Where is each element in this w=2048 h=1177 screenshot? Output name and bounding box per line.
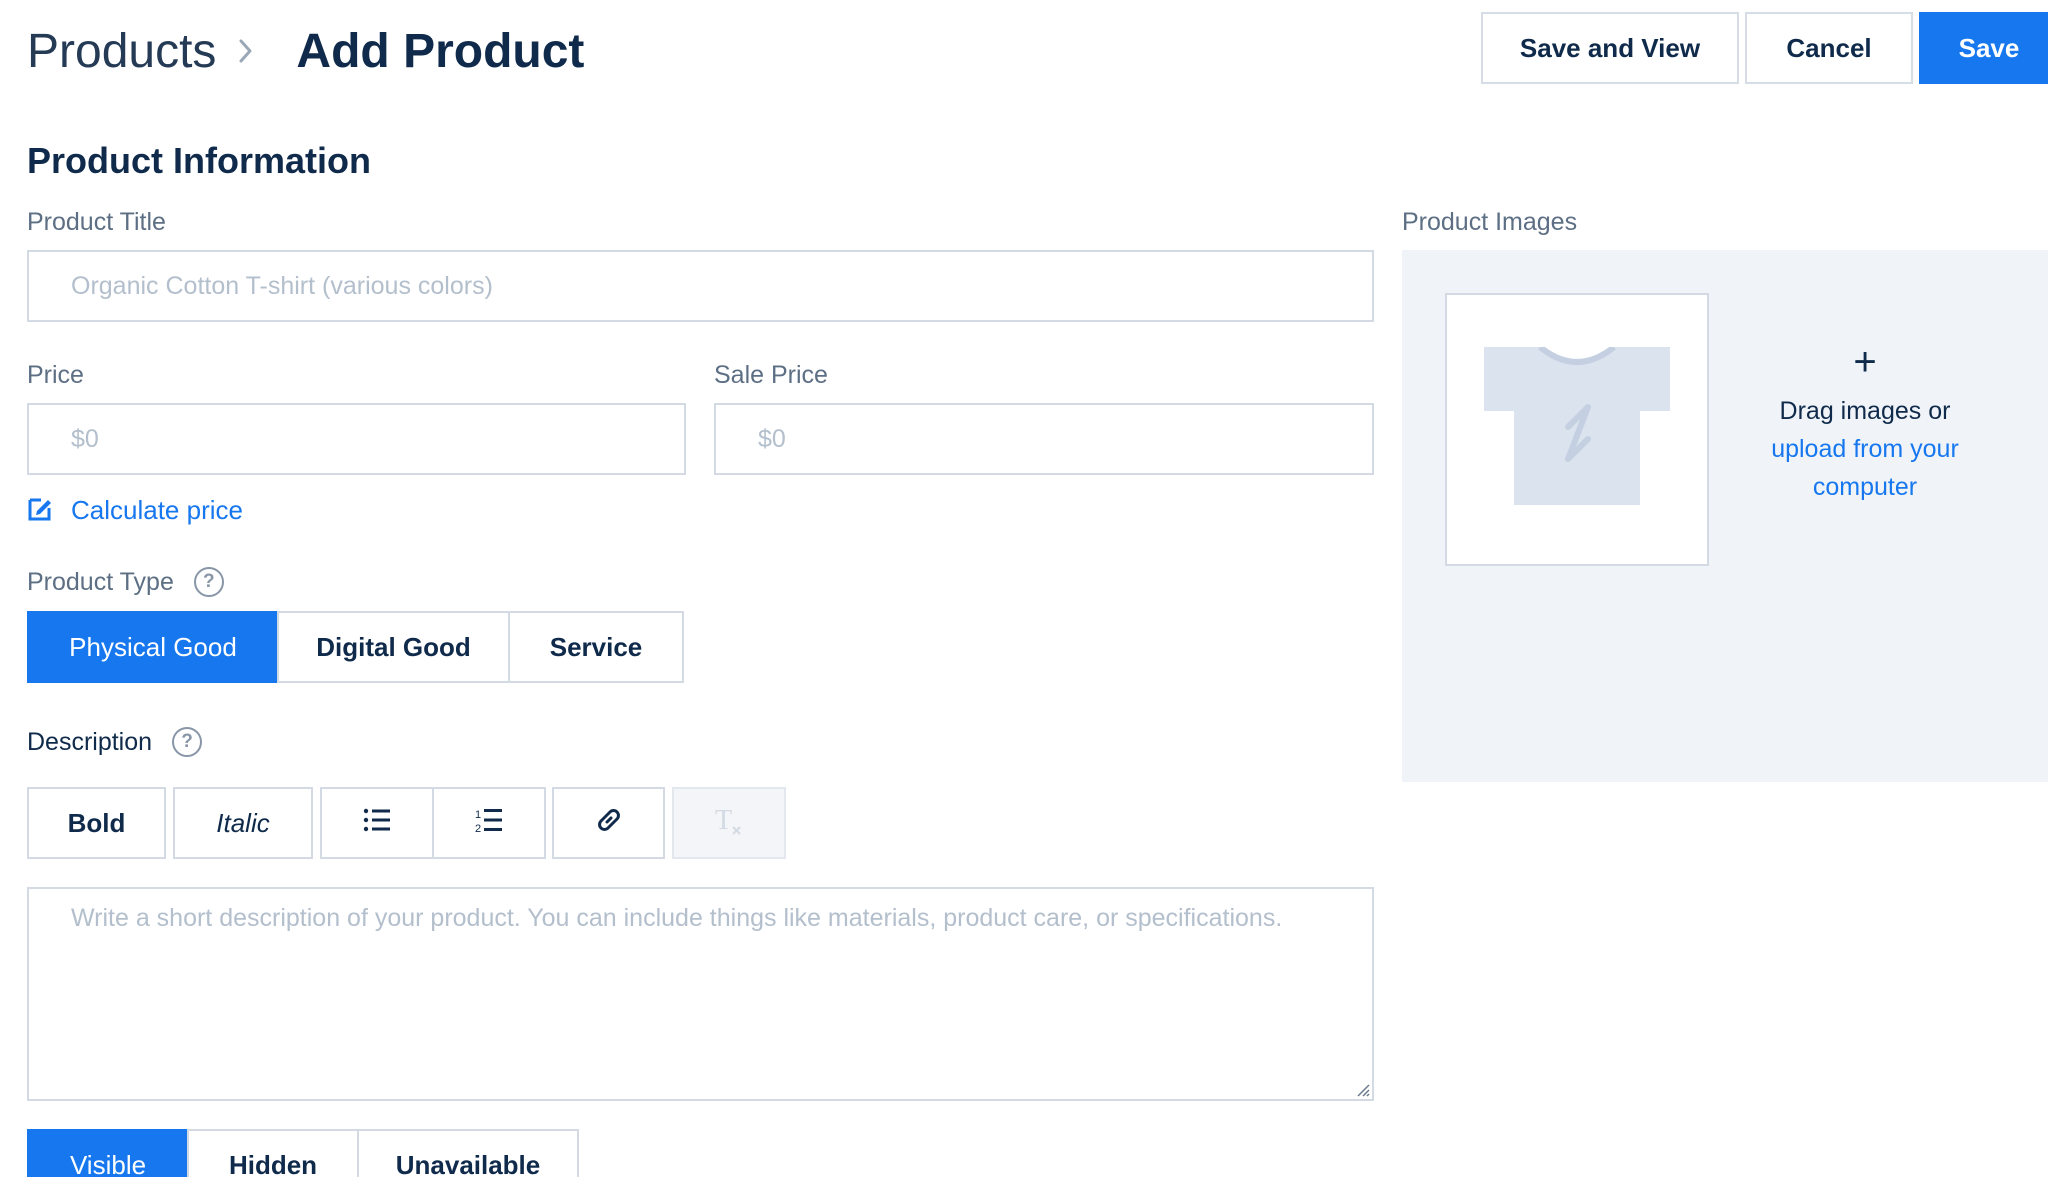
upload-prompt: + Drag images or upload from your comput… xyxy=(1740,340,1990,506)
breadcrumb-products-link[interactable]: Products xyxy=(27,24,216,79)
product-type-service[interactable]: Service xyxy=(508,611,684,683)
breadcrumb: Products Add Product xyxy=(27,18,584,84)
link-icon xyxy=(594,805,624,842)
svg-text:T: T xyxy=(715,805,732,835)
chevron-right-icon xyxy=(216,27,276,75)
edit-calculator-icon xyxy=(27,494,55,527)
description-label-row: Description ? xyxy=(27,727,203,757)
help-icon[interactable]: ? xyxy=(172,727,203,757)
visibility-visible[interactable]: Visible xyxy=(27,1129,189,1177)
tshirt-icon xyxy=(1484,344,1670,512)
bulleted-list-icon xyxy=(362,807,392,840)
calculate-price-label: Calculate price xyxy=(71,494,243,525)
bold-button[interactable]: Bold xyxy=(27,787,166,859)
product-images-label: Product Images xyxy=(1402,208,1578,236)
sale-price-label: Sale Price xyxy=(714,361,828,389)
product-type-physical-good[interactable]: Physical Good xyxy=(27,611,279,683)
sale-price-input[interactable] xyxy=(714,403,1374,475)
help-icon[interactable]: ? xyxy=(193,567,224,597)
visibility-hidden[interactable]: Hidden xyxy=(187,1129,359,1177)
resize-handle-icon[interactable] xyxy=(1356,1083,1370,1097)
section-title: Product Information xyxy=(27,140,371,181)
visibility-unavailable[interactable]: Unavailable xyxy=(357,1129,579,1177)
product-type-label: Product Type xyxy=(27,567,174,596)
image-placeholder xyxy=(1445,293,1709,566)
page-title: Add Product xyxy=(296,24,585,78)
product-type-selector: Physical Good Digital Good Service xyxy=(27,611,684,683)
price-input[interactable] xyxy=(27,403,686,475)
product-title-label: Product Title xyxy=(27,208,166,236)
visibility-selector: Visible Hidden Unavailable xyxy=(27,1129,579,1177)
price-label: Price xyxy=(27,361,84,389)
cancel-button[interactable]: Cancel xyxy=(1745,12,1913,84)
save-and-view-button[interactable]: Save and View xyxy=(1481,12,1739,84)
description-label: Description xyxy=(27,727,153,756)
clear-format-button[interactable]: T xyxy=(672,787,786,859)
italic-button[interactable]: Italic xyxy=(173,787,313,859)
plus-icon: + xyxy=(1853,340,1877,384)
product-type-label-row: Product Type ? xyxy=(27,567,224,597)
drag-images-text: Drag images or xyxy=(1779,397,1951,425)
bulleted-list-button[interactable] xyxy=(320,787,434,859)
product-title-input[interactable] xyxy=(27,250,1374,322)
numbered-list-icon: 1 2 xyxy=(474,806,504,841)
description-textarea[interactable] xyxy=(27,887,1374,1101)
link-button[interactable] xyxy=(552,787,665,859)
save-button[interactable]: Save xyxy=(1919,12,2048,84)
clear-format-icon: T xyxy=(713,805,745,842)
svg-text:2: 2 xyxy=(475,823,481,834)
product-type-digital-good[interactable]: Digital Good xyxy=(277,611,510,683)
numbered-list-button[interactable]: 1 2 xyxy=(432,787,546,859)
svg-text:1: 1 xyxy=(475,809,481,821)
calculate-price-link[interactable]: Calculate price xyxy=(27,490,243,530)
upload-from-computer-link[interactable]: upload from your computer xyxy=(1740,430,1990,506)
